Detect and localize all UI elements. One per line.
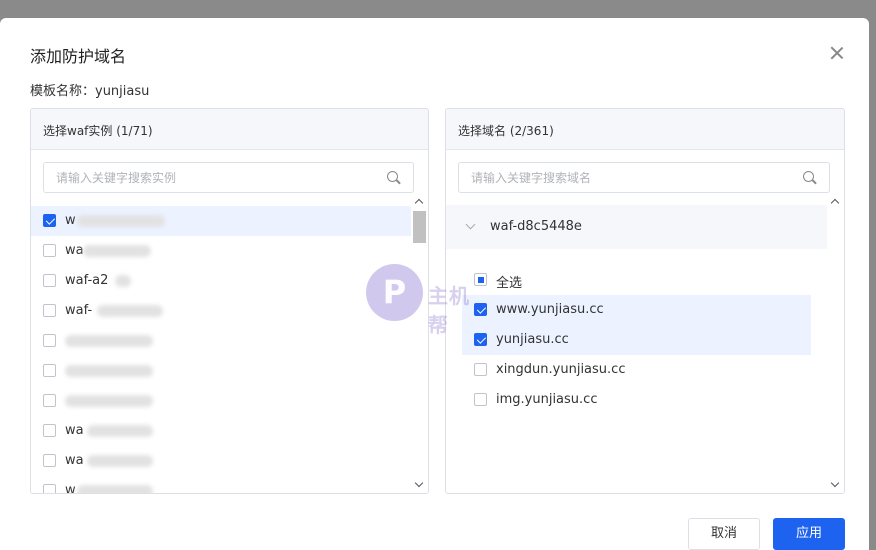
scroll-down-icon[interactable] <box>830 478 840 488</box>
chevron-down-icon[interactable] <box>465 219 476 230</box>
instance-checkbox[interactable] <box>43 334 56 347</box>
instance-row[interactable]: waf- <box>31 296 411 326</box>
instance-label: wa <box>65 423 84 438</box>
instance-group-name: waf-d8c5448e <box>490 219 582 234</box>
scroll-up-icon[interactable] <box>414 198 424 208</box>
instance-label: wa <box>65 243 84 258</box>
cancel-button[interactable]: 取消 <box>688 518 760 550</box>
instance-row[interactable] <box>31 326 411 356</box>
close-icon[interactable] <box>829 45 845 61</box>
scrollbar-thumb[interactable] <box>413 211 426 243</box>
domain-panel: 选择域名 (2/361) waf-d8c5448e 全选 www.yunjias… <box>445 108 845 494</box>
domain-search-box <box>458 162 830 193</box>
template-name: 模板名称：yunjiasu <box>30 84 150 99</box>
search-icon[interactable] <box>387 171 400 184</box>
instance-row[interactable] <box>31 356 411 386</box>
redaction-blur <box>115 275 131 287</box>
domain-panel-header: 选择域名 (2/361) <box>446 109 844 150</box>
instance-row[interactable]: waf-a2 <box>31 266 411 296</box>
instance-checkbox[interactable] <box>43 274 56 287</box>
domain-row[interactable]: yunjiasu.cc <box>462 325 811 355</box>
domain-row[interactable]: img.yunjiasu.cc <box>462 385 811 415</box>
select-all-row[interactable]: 全选 <box>462 265 811 295</box>
instance-checkbox[interactable] <box>43 304 56 317</box>
search-icon[interactable] <box>803 171 816 184</box>
dialog-title: 添加防护域名 <box>30 47 127 66</box>
instance-checkbox[interactable] <box>43 484 56 493</box>
instance-row[interactable]: wa <box>31 446 411 476</box>
instance-search-box <box>43 162 414 193</box>
instance-checkbox[interactable] <box>43 454 56 467</box>
select-all-label: 全选 <box>496 276 523 291</box>
redaction-blur <box>83 245 151 257</box>
instance-row[interactable]: wa <box>31 236 411 266</box>
watermark-text: 主机帮 <box>428 284 470 337</box>
watermark-logo-icon: P <box>366 264 423 321</box>
domain-label: yunjiasu.cc <box>496 332 569 347</box>
instance-checkbox[interactable] <box>43 214 56 227</box>
instance-checkbox[interactable] <box>43 364 56 377</box>
instance-checkbox[interactable] <box>43 244 56 257</box>
domain-label: img.yunjiasu.cc <box>496 392 598 407</box>
redaction-blur <box>77 485 153 493</box>
instance-checkbox[interactable] <box>43 394 56 407</box>
waf-instance-panel-header: 选择waf实例 (1/71) <box>31 109 428 150</box>
instance-list: w wa waf-a2 waf- wa wa w <box>31 206 411 493</box>
instance-row[interactable]: w <box>31 206 411 236</box>
domain-row[interactable]: xingdun.yunjiasu.cc <box>462 355 811 385</box>
instance-label: waf- <box>65 303 93 318</box>
redaction-blur <box>87 455 153 467</box>
instance-search-input[interactable] <box>44 163 413 192</box>
instance-group-header[interactable]: waf-d8c5448e <box>446 205 827 249</box>
redaction-blur <box>87 425 153 437</box>
apply-button[interactable]: 应用 <box>773 518 845 550</box>
domain-checkbox[interactable] <box>474 363 487 376</box>
redaction-blur <box>77 215 165 227</box>
domain-label: www.yunjiasu.cc <box>496 302 604 317</box>
redaction-blur <box>97 305 163 317</box>
watermark: P 主机帮 <box>366 264 486 337</box>
instance-list-scrollbar[interactable] <box>411 193 428 493</box>
instance-row[interactable]: w <box>31 476 411 493</box>
instance-label: w <box>65 213 76 228</box>
instance-label: waf-a2 <box>65 273 109 288</box>
redaction-blur <box>65 395 153 407</box>
domain-row[interactable]: www.yunjiasu.cc <box>462 295 811 325</box>
instance-row[interactable]: wa <box>31 416 411 446</box>
scroll-up-icon[interactable] <box>830 198 840 208</box>
instance-label: w <box>65 483 76 493</box>
instance-row[interactable] <box>31 386 411 416</box>
domain-list-scrollbar[interactable] <box>827 193 844 493</box>
instance-checkbox[interactable] <box>43 424 56 437</box>
redaction-blur <box>65 365 153 377</box>
redaction-blur <box>65 335 153 347</box>
domain-label: xingdun.yunjiasu.cc <box>496 362 626 377</box>
add-protected-domain-dialog: 添加防护域名 模板名称：yunjiasu 选择waf实例 (1/71) w wa… <box>0 18 869 550</box>
domain-list: 全选 www.yunjiasu.cc yunjiasu.cc xingdun.y… <box>462 265 811 415</box>
scroll-down-icon[interactable] <box>414 478 424 488</box>
domain-checkbox[interactable] <box>474 393 487 406</box>
domain-search-input[interactable] <box>459 163 829 192</box>
instance-label: wa <box>65 453 84 468</box>
